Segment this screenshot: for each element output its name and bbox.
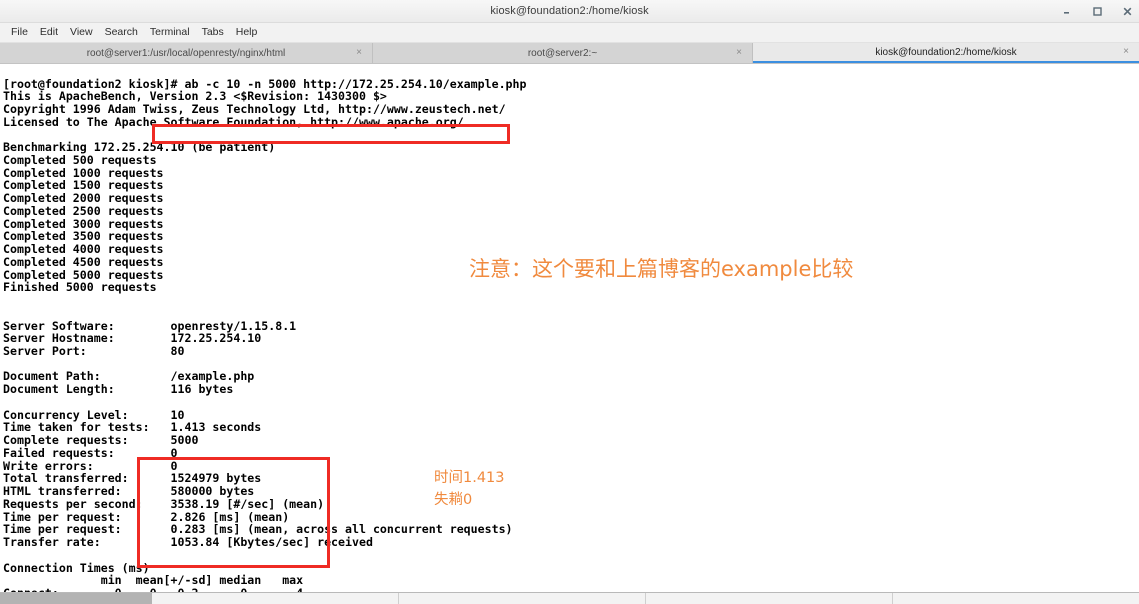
- taskbar-segment: [646, 593, 892, 604]
- annotation-time-note: 时间1.413: [434, 470, 505, 486]
- menu-item-search[interactable]: Search: [99, 23, 144, 42]
- tab-close-icon[interactable]: ×: [1123, 47, 1129, 57]
- menubar: File Edit View Search Terminal Tabs Help: [0, 23, 1139, 43]
- tab-label: root@server1:/usr/local/openresty/nginx/…: [86, 47, 286, 59]
- terminal-text: [root@foundation2 kiosk]# ab -c 10 -n 50…: [3, 76, 527, 594]
- taskbar-segment: [152, 593, 398, 604]
- menu-item-view[interactable]: View: [64, 23, 99, 42]
- close-icon[interactable]: [1121, 5, 1133, 17]
- tab-server2[interactable]: root@server2:~ ×: [373, 43, 753, 63]
- tab-label: root@server2:~: [527, 47, 598, 59]
- tab-label: kiosk@foundation2:/home/kiosk: [875, 46, 1017, 58]
- tab-server1[interactable]: root@server1:/usr/local/openresty/nginx/…: [0, 43, 373, 63]
- tab-close-icon[interactable]: ×: [736, 48, 742, 58]
- taskbar-segment: [399, 593, 645, 604]
- tab-bar: root@server1:/usr/local/openresty/nginx/…: [0, 43, 1139, 64]
- menu-item-tabs[interactable]: Tabs: [196, 23, 230, 42]
- menu-item-file[interactable]: File: [5, 23, 34, 42]
- annotation-fail-note: 失耥0: [434, 492, 473, 508]
- menu-item-terminal[interactable]: Terminal: [144, 23, 196, 42]
- menu-item-help[interactable]: Help: [230, 23, 264, 42]
- tab-foundation2[interactable]: kiosk@foundation2:/home/kiosk ×: [753, 43, 1139, 63]
- bottom-scrollbar[interactable]: [0, 592, 1139, 604]
- annotation-main-note: 注意：这个要和上篇博客的example比较: [469, 257, 854, 281]
- window-controls: [1061, 0, 1133, 22]
- scrollbar-thumb[interactable]: [0, 593, 152, 604]
- tab-close-icon[interactable]: ×: [356, 48, 362, 58]
- taskbar-segment: [893, 593, 1139, 604]
- window-title: kiosk@foundation2:/home/kiosk: [490, 5, 649, 17]
- menu-item-edit[interactable]: Edit: [34, 23, 64, 42]
- maximize-icon[interactable]: [1091, 5, 1103, 17]
- minimize-icon[interactable]: [1061, 5, 1073, 17]
- scrollbar-track[interactable]: [152, 593, 1139, 604]
- terminal-output-area[interactable]: [root@foundation2 kiosk]# ab -c 10 -n 50…: [0, 64, 1139, 594]
- window-titlebar: kiosk@foundation2:/home/kiosk: [0, 0, 1139, 23]
